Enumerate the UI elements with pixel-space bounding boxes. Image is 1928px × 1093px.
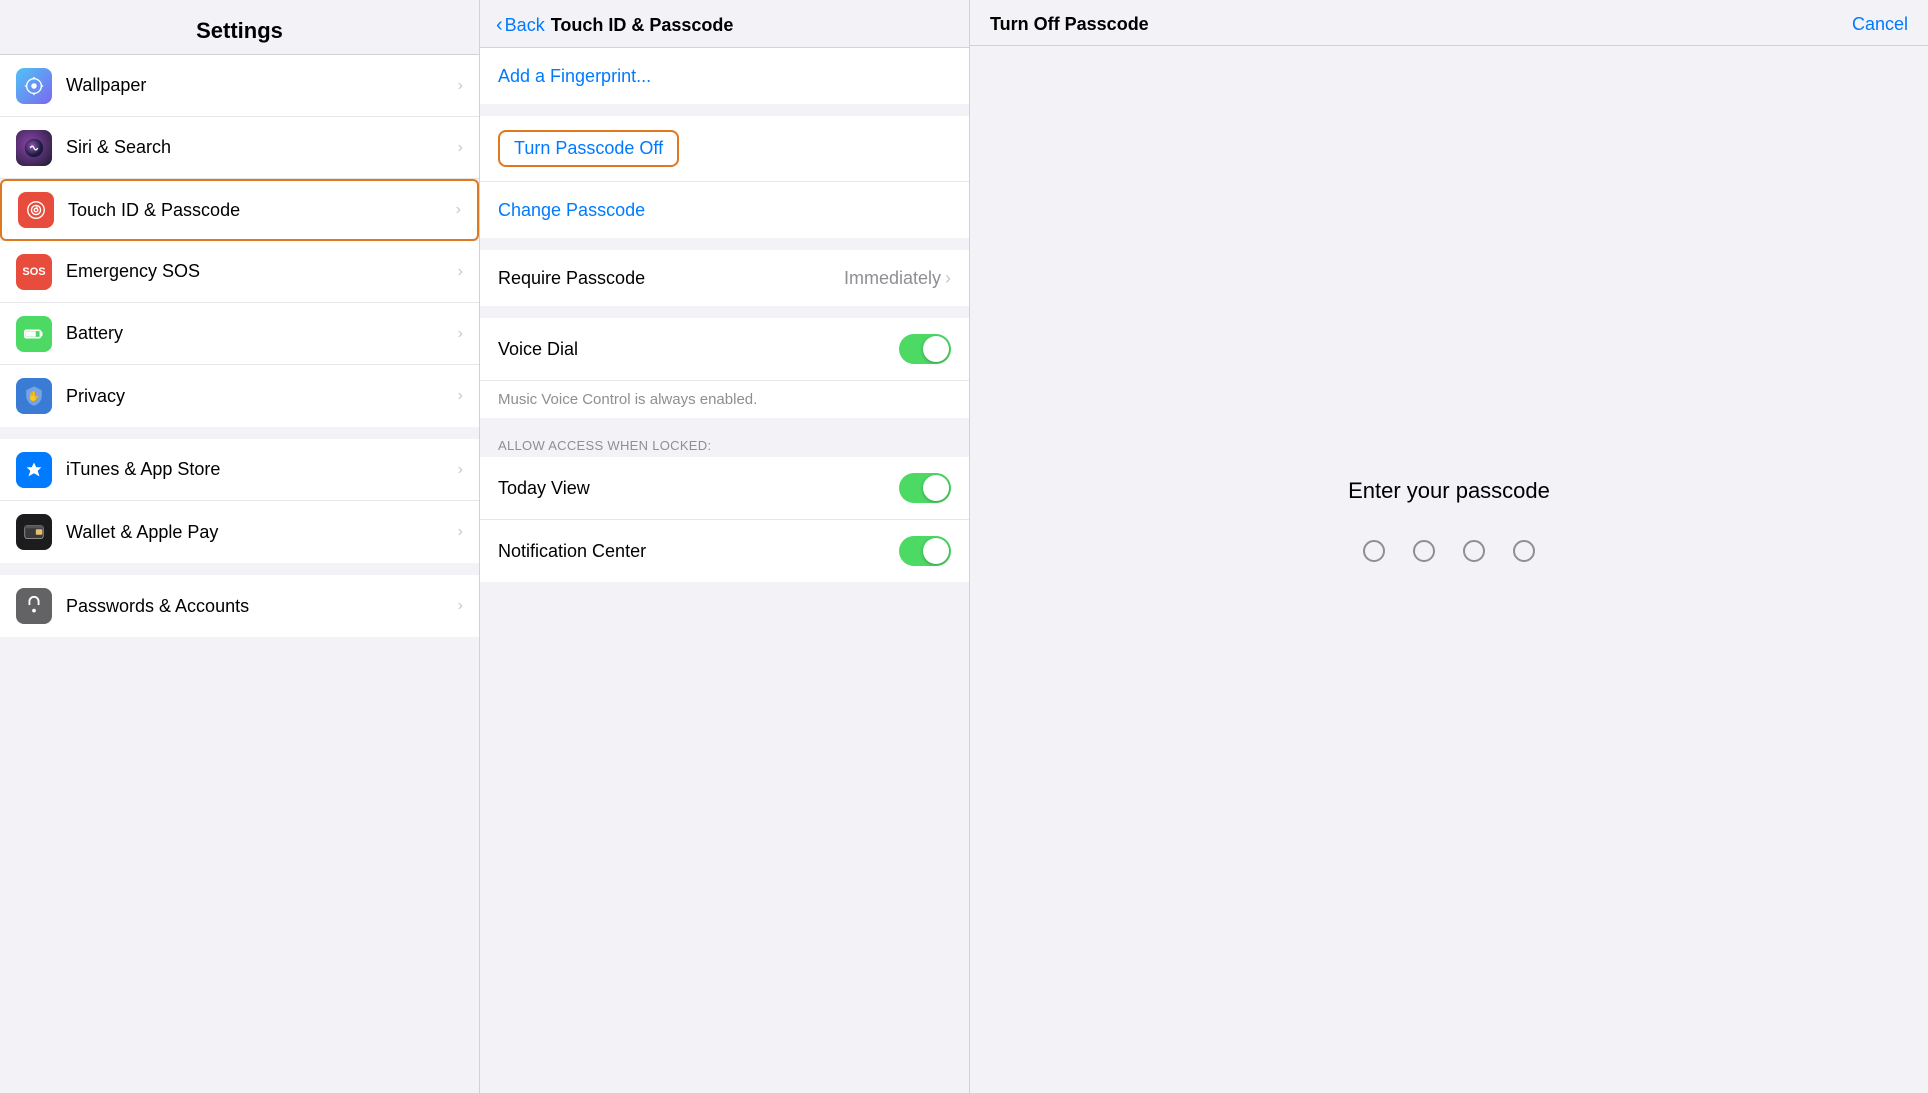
today-view-label: Today View [498,478,590,499]
passcode-panel: Turn Off Passcode Cancel Enter your pass… [970,0,1928,1093]
turn-passcode-off-label: Turn Passcode Off [498,130,679,167]
allow-access-label-row: ALLOW ACCESS WHEN LOCKED: [480,430,969,457]
require-passcode-section: Require Passcode Immediately › [480,250,969,306]
battery-icon [16,316,52,352]
settings-panel: Settings Wallpaper › Siri & Search › [0,0,480,1093]
sidebar-item-privacy[interactable]: ✋ Privacy › [0,365,479,427]
appstore-label: iTunes & App Store [66,459,458,480]
notification-center-label: Notification Center [498,541,646,562]
back-label: Back [505,15,545,36]
gap-1 [480,104,969,116]
notification-center-knob [923,538,949,564]
passcode-dot-4 [1513,540,1535,562]
passcode-dot-2 [1413,540,1435,562]
passwords-chevron: › [458,597,463,615]
add-fingerprint-item[interactable]: Add a Fingerprint... [480,48,969,104]
settings-header: Settings [0,0,479,55]
sidebar-item-wallpaper[interactable]: Wallpaper › [0,55,479,117]
today-view-item: Today View [480,457,969,520]
settings-list: Wallpaper › Siri & Search › Touch ID & P… [0,55,479,1093]
sidebar-item-passwords[interactable]: Passwords & Accounts › [0,575,479,637]
detail-panel-title: Touch ID & Passcode [551,15,953,36]
require-passcode-value: Immediately › [844,268,951,289]
battery-label: Battery [66,323,458,344]
siri-label: Siri & Search [66,137,458,158]
gap-2 [480,238,969,250]
wallet-chevron: › [458,523,463,541]
sidebar-item-appstore[interactable]: iTunes & App Store › [0,439,479,501]
voice-dial-item: Voice Dial [480,318,969,381]
today-view-toggle[interactable] [899,473,951,503]
appstore-chevron: › [458,461,463,479]
sidebar-item-battery[interactable]: Battery › [0,303,479,365]
passwords-icon [16,588,52,624]
siri-chevron: › [458,139,463,157]
today-view-toggle-knob [923,475,949,501]
add-fingerprint-label: Add a Fingerprint... [498,66,651,87]
sos-label: Emergency SOS [66,261,458,282]
sidebar-item-sos[interactable]: SOS Emergency SOS › [0,241,479,303]
passcode-body: Enter your passcode [970,46,1928,1093]
fingerprint-section: Add a Fingerprint... [480,48,969,104]
passcode-title: Turn Off Passcode [990,14,1149,35]
privacy-label: Privacy [66,386,458,407]
touchid-icon [18,192,54,228]
privacy-chevron: › [458,387,463,405]
wallpaper-icon [16,68,52,104]
privacy-icon: ✋ [16,378,52,414]
siri-icon [16,130,52,166]
divider-1 [0,427,479,439]
back-button[interactable]: ‹ Back [496,14,545,37]
passcode-header: Turn Off Passcode Cancel [970,0,1928,46]
passcode-dot-1 [1363,540,1385,562]
voice-dial-toggle[interactable] [899,334,951,364]
settings-group-1: Wallpaper › Siri & Search › Touch ID & P… [0,55,479,427]
sos-icon: SOS [16,254,52,290]
detail-content: Add a Fingerprint... Turn Passcode Off C… [480,48,969,1093]
toggle-knob [923,336,949,362]
wallpaper-chevron: › [458,77,463,95]
battery-chevron: › [458,325,463,343]
passcode-actions-section: Turn Passcode Off Change Passcode [480,116,969,238]
passwords-label: Passwords & Accounts [66,596,458,617]
require-passcode-chevron-icon: › [945,268,951,289]
require-passcode-label: Require Passcode [498,268,645,289]
touchid-label: Touch ID & Passcode [68,200,456,221]
voice-dial-section: Voice Dial Music Voice Control is always… [480,318,969,418]
wallpaper-label: Wallpaper [66,75,458,96]
voice-dial-label: Voice Dial [498,339,578,360]
allow-access-section: Today View Notification Center [480,457,969,582]
wallet-icon [16,514,52,550]
require-passcode-item[interactable]: Require Passcode Immediately › [480,250,969,306]
change-passcode-item[interactable]: Change Passcode [480,182,969,238]
notification-center-toggle[interactable] [899,536,951,566]
detail-panel: ‹ Back Touch ID & Passcode Add a Fingerp… [480,0,970,1093]
sidebar-item-touchid[interactable]: Touch ID & Passcode › [0,179,479,241]
voice-dial-note: Music Voice Control is always enabled. [480,381,969,418]
wallet-label: Wallet & Apple Pay [66,522,458,543]
svg-text:✋: ✋ [28,390,41,403]
sos-chevron: › [458,263,463,281]
change-passcode-label: Change Passcode [498,200,645,221]
sidebar-item-wallet[interactable]: Wallet & Apple Pay › [0,501,479,563]
notification-center-item: Notification Center [480,520,969,582]
cancel-button[interactable]: Cancel [1852,14,1908,35]
appstore-icon [16,452,52,488]
settings-title: Settings [20,18,459,44]
gap-4 [480,418,969,430]
settings-group-3: Passwords & Accounts › [0,575,479,637]
turn-passcode-off-item[interactable]: Turn Passcode Off [480,116,969,182]
gap-3 [480,306,969,318]
sidebar-item-siri[interactable]: Siri & Search › [0,117,479,179]
touchid-chevron: › [456,201,461,219]
passcode-prompt: Enter your passcode [1348,478,1550,504]
passcode-dot-3 [1463,540,1485,562]
divider-2 [0,563,479,575]
back-chevron-icon: ‹ [496,14,503,37]
detail-header: ‹ Back Touch ID & Passcode [480,0,969,48]
passcode-dots [1363,540,1535,562]
settings-group-2: iTunes & App Store › Wallet & Apple Pay … [0,439,479,563]
